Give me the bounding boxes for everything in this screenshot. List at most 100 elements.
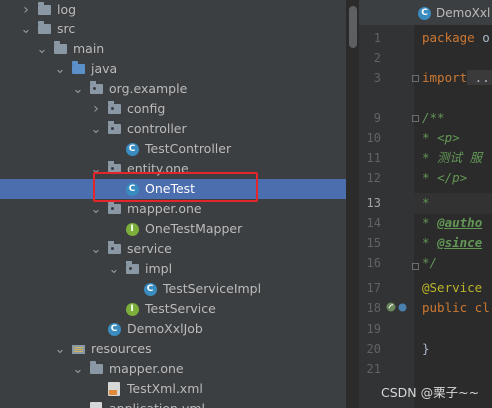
code-text: o — [474, 30, 490, 45]
tree-item[interactable]: ⌄ service — [0, 239, 346, 259]
tree-item[interactable]: TestXml.xml — [0, 379, 346, 399]
tree-item[interactable]: › config — [0, 99, 346, 119]
tree-item-label: TestServiceImpl — [163, 281, 262, 296]
chevron-down-icon[interactable]: ⌄ — [20, 19, 32, 39]
package-icon — [106, 121, 122, 137]
tree-item-label: OneTestMapper — [145, 221, 243, 236]
project-tree-panel: › log ⌄ src ⌄ main ⌄ java ⌄ org.example › config ⌄ co… — [0, 0, 346, 408]
tree-item-label: org.example — [109, 81, 188, 96]
chevron-down-icon[interactable]: ⌄ — [90, 199, 102, 219]
code-text: ... — [467, 70, 492, 85]
code-line-9: /** — [422, 110, 445, 125]
tree-item-label: main — [73, 41, 105, 56]
comment-star: * — [422, 235, 438, 250]
comment-star: * — [422, 130, 438, 145]
chevron-right-icon[interactable]: › — [90, 99, 102, 119]
tree-item[interactable]: C TestController — [0, 139, 346, 159]
keyword: package — [422, 30, 475, 45]
code-line-15: * @since — [422, 233, 482, 253]
tree-item[interactable]: ⌄ org.example — [0, 79, 346, 99]
yml-file-icon — [88, 401, 104, 408]
folder-icon — [88, 361, 104, 377]
line-number: 11 — [366, 151, 381, 165]
chevron-right-icon[interactable]: › — [20, 0, 32, 20]
spring-class-icon: C — [106, 321, 122, 337]
tree-item[interactable]: C TestServiceImpl — [0, 279, 346, 299]
javadoc-tag: @autho — [437, 215, 483, 230]
resources-folder-icon — [70, 341, 86, 357]
chevron-down-icon[interactable]: ⌄ — [72, 359, 84, 379]
tree-item[interactable]: ⌄ mapper.one — [0, 199, 346, 219]
spring-bean-icon[interactable] — [386, 302, 396, 312]
tree-item-label: application.yml — [109, 399, 205, 408]
tree-item-label: java — [91, 61, 118, 76]
tree-item[interactable]: I TestService — [0, 299, 346, 319]
tree-item[interactable]: I OneTestMapper — [0, 219, 346, 239]
package-icon — [88, 81, 104, 97]
tree-item-label: log — [57, 2, 77, 17]
tree-item[interactable]: ⌄ main — [0, 39, 346, 59]
tree-item-label: mapper.one — [127, 201, 202, 216]
tree-item[interactable]: ⌄ resources — [0, 339, 346, 359]
tree-item-label: TestService — [145, 301, 216, 316]
gutter-run-icon[interactable] — [398, 303, 407, 312]
fold-marker-icon[interactable] — [412, 263, 419, 270]
tree-item[interactable]: ⌄ src — [0, 19, 346, 39]
fold-marker-icon[interactable] — [412, 75, 419, 82]
package-icon — [106, 241, 122, 257]
tree-item[interactable]: ⌄ mapper.one — [0, 359, 346, 379]
code-line-11: * 测试 服 — [422, 150, 483, 165]
line-number: 16 — [366, 256, 381, 270]
comment-star: * — [422, 215, 438, 230]
code-line-12: * </p> — [422, 168, 467, 188]
tree-item[interactable]: ⌄ controller — [0, 119, 346, 139]
tree-item[interactable]: ⌄ java — [0, 59, 346, 79]
code-line-14: * @autho — [422, 213, 482, 233]
chevron-down-icon[interactable]: ⌄ — [90, 239, 102, 259]
package-icon — [106, 101, 122, 117]
package-icon — [106, 201, 122, 217]
line-number: 1 — [373, 31, 381, 45]
chevron-down-icon[interactable]: ⌄ — [54, 59, 66, 79]
chevron-down-icon[interactable]: ⌄ — [54, 339, 66, 359]
tab-label: DemoXxl — [436, 6, 491, 20]
chevron-down-icon[interactable]: ⌄ — [108, 259, 120, 279]
tab-demoxxljob[interactable]: C DemoXxl — [418, 2, 490, 24]
line-number: 13 — [366, 196, 381, 210]
line-number: 9 — [373, 111, 381, 125]
tree-item-label: TestController — [145, 141, 232, 156]
code-line-20: } — [422, 341, 430, 356]
folder-icon — [36, 21, 52, 37]
tree-item-label: src — [57, 21, 76, 36]
interface-icon: I — [124, 221, 140, 237]
package-icon — [124, 261, 140, 277]
chevron-down-icon[interactable]: ⌄ — [90, 119, 102, 139]
fold-marker-icon[interactable] — [412, 115, 419, 122]
folder-icon — [36, 2, 52, 18]
line-number: 2 — [373, 51, 381, 65]
line-number: 12 — [366, 171, 381, 185]
line-number: 14 — [366, 216, 381, 230]
selection-highlight-box — [93, 172, 258, 202]
tree-item-label: service — [127, 241, 172, 256]
tree-scrollbar[interactable] — [349, 6, 357, 48]
keyword: import — [422, 70, 468, 85]
line-number: 3 — [373, 71, 381, 85]
tree-item-label: DemoXxlJob — [127, 321, 203, 336]
folder-icon — [52, 41, 68, 57]
tree-item[interactable]: › log — [0, 0, 346, 20]
tree-item[interactable]: application.yml — [0, 399, 346, 408]
tree-item-label: mapper.one — [109, 361, 184, 376]
line-number: 21 — [366, 362, 381, 376]
tree-item[interactable]: C DemoXxlJob — [0, 319, 346, 339]
javadoc-tag: @since — [437, 235, 483, 250]
code-line-18: public cl — [422, 300, 490, 315]
line-number: 15 — [366, 236, 381, 250]
tree-item[interactable]: ⌄ impl — [0, 259, 346, 279]
code-line-16: */ — [422, 255, 438, 270]
chevron-down-icon[interactable]: ⌄ — [36, 39, 48, 59]
watermark-text: CSDN @栗子~~ — [381, 385, 480, 400]
tree-item-label: resources — [91, 341, 152, 356]
chevron-down-icon[interactable]: ⌄ — [72, 79, 84, 99]
class-icon: C — [418, 6, 431, 20]
